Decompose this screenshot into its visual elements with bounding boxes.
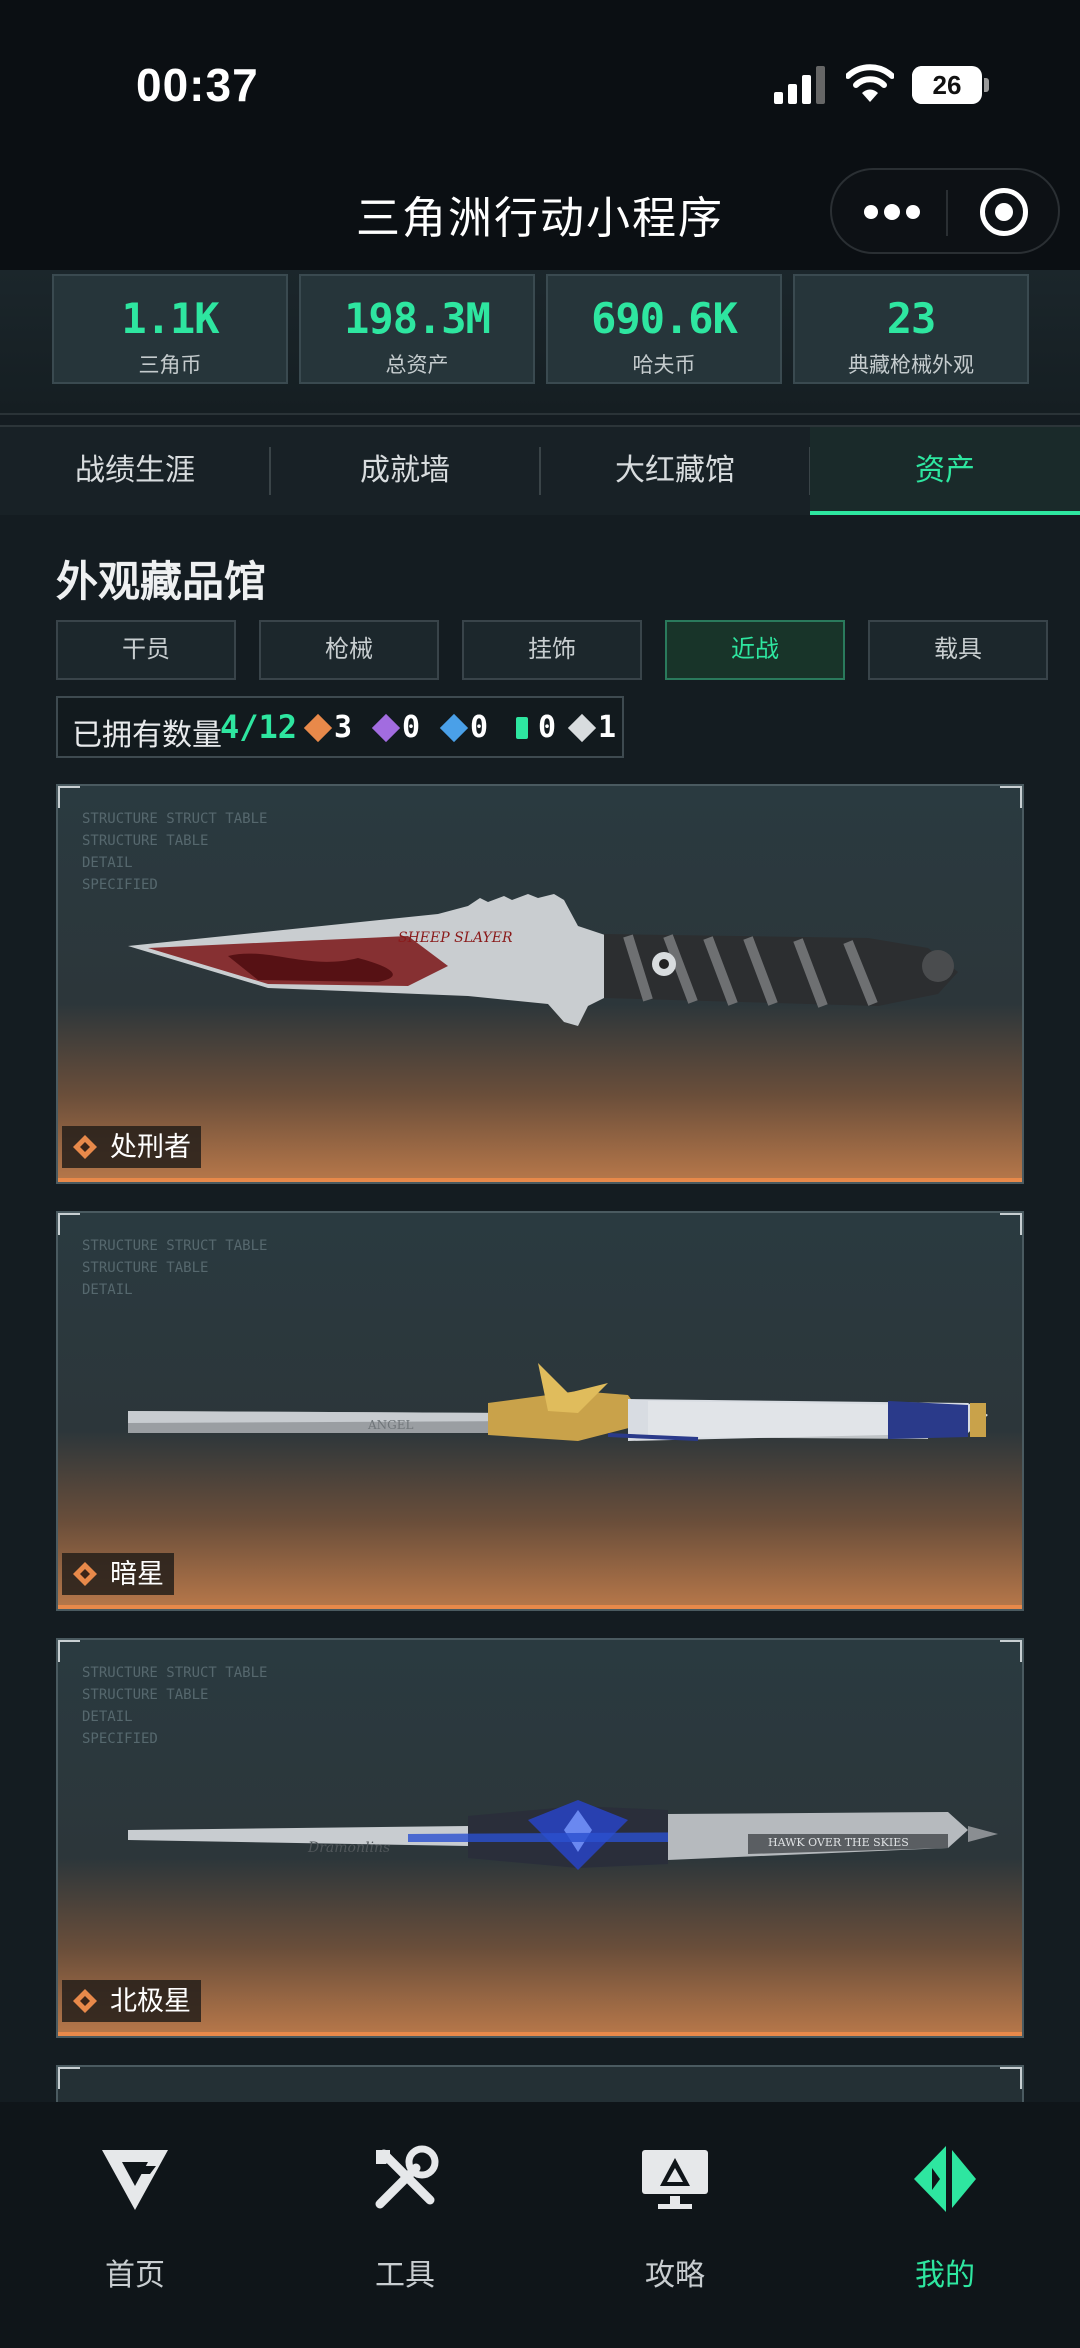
app-screen: 00:37 26 三角洲行动小程序 1.1K 三角币 198.3M 总资产 69… [0,0,1080,2348]
status-time: 00:37 [136,59,259,111]
category-melee[interactable]: 近战 [665,620,845,680]
stat-value: 1.1K [121,294,219,343]
stat-label: 三角币 [138,354,202,377]
stat-label: 典藏枪械外观 [848,354,974,377]
nav-guides[interactable]: 攻略 [540,2102,810,2302]
stat-card-triangle-coin: 1.1K 三角币 [52,274,288,384]
profile-tabs: 战绩生涯 成就墙 大红藏馆 资产 [0,425,1080,515]
battery-level: 26 [932,70,962,100]
knife-image: Dramonlins HAWK OVER THE SKIES [128,1800,998,1870]
nav-tools[interactable]: 工具 [270,2102,540,2302]
tab-achievements[interactable]: 成就墙 [270,427,540,515]
category-charms[interactable]: 挂饰 [462,620,642,680]
card-watermark: STRUCTURE STRUCT TABLE STRUCTURE TABLE DET… [82,1238,268,1298]
gold-rarity-icon [73,1135,97,1159]
gold-gem-icon [303,713,333,743]
knife-image: SHEEP SLAYER [128,894,958,1026]
stat-value: 198.3M [344,294,491,343]
category-operators[interactable]: 干员 [56,620,236,680]
item-card-executioner[interactable]: STRUCTURE STRUCT TABLE STRUCTURE TABLE DET… [56,784,1024,1184]
item-name-tag: 暗星 [62,1553,174,1595]
nav-label: 攻略 [645,2259,705,2292]
title-bar: 三角洲行动小程序 [0,168,1080,270]
owned-label: 已拥有数量 [72,719,222,752]
svg-text:HAWK OVER THE SKIES: HAWK OVER THE SKIES [768,1836,909,1849]
nav-profile[interactable]: 我的 [810,2102,1080,2302]
stat-card-total-assets: 198.3M 总资产 [299,274,535,384]
tab-assets[interactable]: 资产 [810,427,1080,515]
gold-rarity-icon [73,1989,97,2013]
item-name: 北极星 [110,1986,191,2016]
nav-home[interactable]: 首页 [0,2102,270,2302]
svg-text:ANGEL: ANGEL [367,1418,414,1432]
item-name-tag: 北极星 [62,1980,201,2022]
stat-value: 23 [886,294,937,343]
tab-career[interactable]: 战绩生涯 [0,427,270,515]
white-gem-icon [567,713,597,743]
blue-gem-icon [439,713,469,743]
svg-text:SHEEP SLAYER: SHEEP SLAYER [398,930,513,946]
purple-gem-icon [371,713,401,743]
tools-icon [375,2145,439,2209]
category-guns[interactable]: 枪械 [259,620,439,680]
cellular-signal-icon [774,66,826,104]
stat-card-haf-coin: 690.6K 哈夫币 [546,274,782,384]
nav-label: 工具 [375,2259,435,2292]
svg-text:Dramonlins: Dramonlins [307,1840,390,1856]
owned-summary: 已拥有数量 4/12 3 0 0 0 1 [56,696,624,758]
item-card-partial[interactable] [56,2065,1024,2105]
item-name: 暗星 [110,1559,164,1589]
bottom-nav: 首页 工具 攻略 我的 [0,2102,1080,2348]
nav-label: 我的 [915,2259,975,2292]
home-logo-icon [102,2150,168,2210]
stat-value: 690.6K [591,294,738,343]
status-bar: 00:37 26 [0,0,1080,170]
green-gem-icon [516,717,528,739]
profile-logo-icon [914,2146,976,2212]
knife-image: ANGEL [128,1363,988,1441]
stat-card-collection-skins: 23 典藏枪械外观 [793,274,1029,384]
category-vehicles[interactable]: 载具 [868,620,1048,680]
monitor-guide-icon [642,2150,708,2209]
owned-count: 4/12 [220,708,298,746]
item-name-tag: 处刑者 [62,1126,201,1168]
mini-program-capsule [830,168,1060,254]
gold-rarity-icon [73,1562,97,1586]
stat-label: 总资产 [385,354,449,377]
stat-label: 哈夫币 [632,354,696,377]
item-card-dark-star[interactable]: STRUCTURE STRUCT TABLE STRUCTURE TABLE DET… [56,1211,1024,1611]
asset-stats: 1.1K 三角币 198.3M 总资产 690.6K 哈夫币 23 典藏枪械外观 [0,270,1080,415]
item-name: 处刑者 [110,1132,191,1162]
close-miniprogram-icon[interactable] [980,188,1028,236]
section-title: 外观藏品馆 [56,558,267,605]
wifi-icon [846,64,894,102]
tab-red-collection[interactable]: 大红藏馆 [540,427,810,515]
more-icon[interactable] [864,200,920,224]
item-card-polaris[interactable]: STRUCTURE STRUCT TABLE STRUCTURE TABLE DET… [56,1638,1024,2038]
nav-label: 首页 [105,2259,165,2292]
